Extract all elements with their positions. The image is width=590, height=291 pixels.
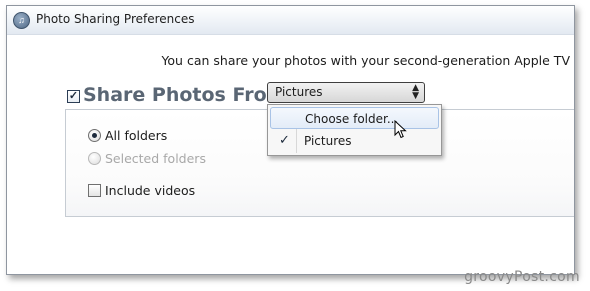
include-videos-checkbox[interactable]	[88, 184, 101, 197]
photo-source-select[interactable]: Pictures ▲ ▼	[267, 82, 425, 103]
source-dropdown-menu: Choose folder... ✓ Pictures	[267, 104, 442, 156]
selected-folders-radio[interactable]	[88, 152, 101, 165]
selected-folders-label[interactable]: Selected folders	[105, 151, 206, 166]
share-photos-label: Share Photos From:	[83, 84, 295, 106]
select-value: Pictures	[275, 85, 323, 99]
preferences-window: ♫ Photo Sharing Preferences You can shar…	[6, 5, 575, 275]
share-photos-checkbox[interactable]: ✓	[67, 90, 80, 103]
all-folders-radio[interactable]	[88, 129, 101, 142]
menu-item-choose-folder[interactable]: Choose folder...	[270, 107, 439, 129]
all-folders-label[interactable]: All folders	[105, 128, 167, 143]
menu-item-label: Choose folder...	[305, 112, 399, 126]
title-bar: ♫ Photo Sharing Preferences	[7, 6, 574, 35]
itunes-icon: ♫	[13, 12, 30, 29]
up-down-arrows-icon: ▲ ▼	[412, 83, 419, 101]
window-title: Photo Sharing Preferences	[36, 12, 195, 26]
share-info-text: You can share your photos with your seco…	[161, 53, 570, 68]
include-videos-label[interactable]: Include videos	[105, 183, 195, 198]
mouse-pointer-icon	[394, 120, 407, 139]
menu-item-pictures[interactable]: ✓ Pictures	[270, 130, 439, 152]
menu-item-label: Pictures	[304, 134, 352, 148]
watermark: groovyPost.com	[464, 269, 580, 285]
checkmark-icon: ✓	[279, 133, 290, 148]
